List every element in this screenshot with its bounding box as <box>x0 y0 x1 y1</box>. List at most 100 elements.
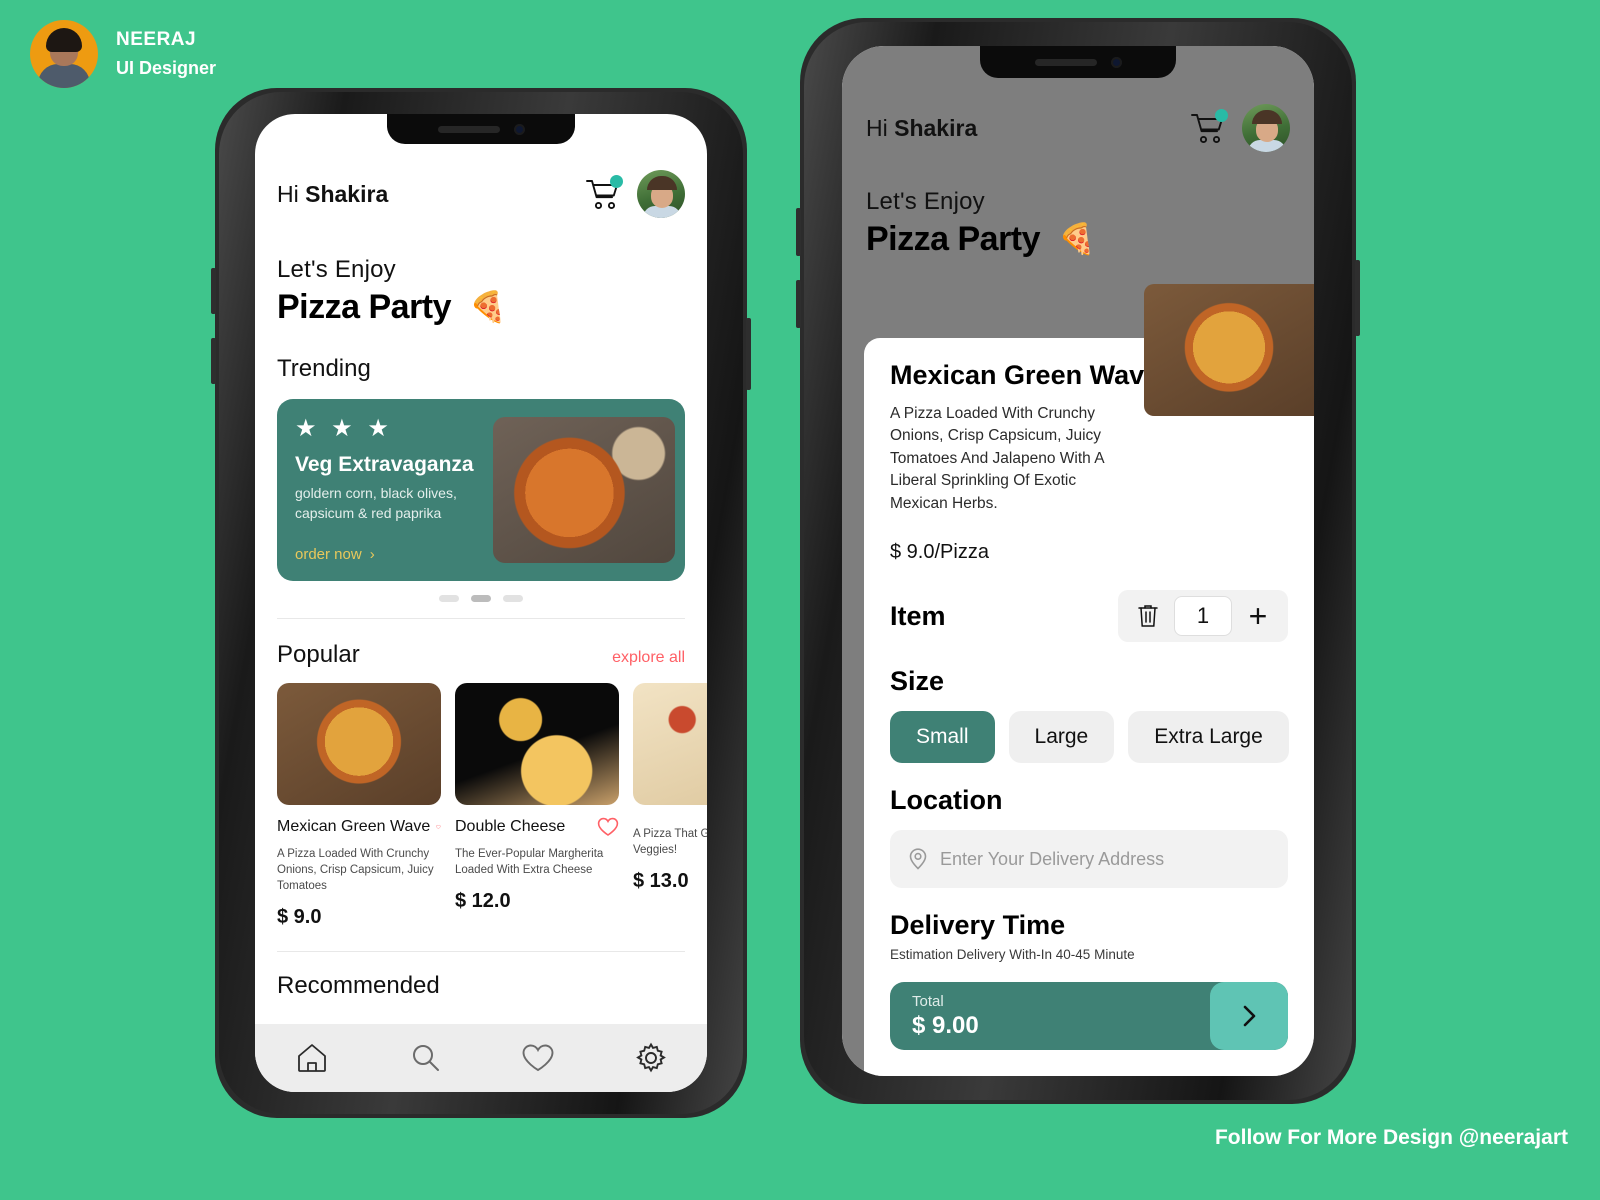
explore-all-link[interactable]: explore all <box>612 649 685 667</box>
section-title-trending: Trending <box>277 355 371 382</box>
chevron-right-icon <box>1243 1006 1256 1027</box>
bottom-tabbar[interactable] <box>255 1024 707 1092</box>
greeting-prefix: Hi <box>277 180 306 207</box>
product-unit-price: $ 9.0/Pizza <box>890 541 989 564</box>
product-price: $ 13.0 <box>633 869 689 892</box>
heart-icon[interactable] <box>597 817 619 837</box>
volume-down-button[interactable] <box>796 280 801 328</box>
greeting: Hi Shakira <box>277 181 388 208</box>
size-label: Size <box>890 666 945 697</box>
list-item[interactable]: A Pizza That Goes Ballistic On Veggies! … <box>633 682 707 929</box>
cart-icon[interactable] <box>1190 109 1228 145</box>
pizza-slice-icon: 🍕 <box>1058 223 1096 256</box>
trending-card[interactable]: ★ ★ ★ Veg Extravaganza goldern corn, bla… <box>277 399 685 581</box>
detail-screen: Hi Shakira Let's Enjoy Pizza Party 🍕 Mex… <box>842 46 1314 1076</box>
size-option-extra-large[interactable]: Extra Large <box>1128 711 1289 764</box>
pizza-slice-icon: 🍕 <box>469 291 507 324</box>
carousel-indicators[interactable] <box>255 594 707 602</box>
rating-stars: ★ ★ ★ <box>295 415 393 442</box>
front-camera-icon <box>513 123 525 135</box>
search-icon[interactable] <box>409 1042 441 1074</box>
designer-badge: NEERAJ UI Designer <box>30 20 216 88</box>
total-label: Total <box>912 992 944 1010</box>
proceed-button[interactable] <box>1210 982 1288 1051</box>
list-item[interactable]: Mexican Green Wave A Pizza Loaded With C… <box>277 682 441 929</box>
hero-subtitle: Let's Enjoy <box>277 256 396 283</box>
product-image <box>633 682 707 805</box>
cart-badge-dot <box>1215 109 1228 122</box>
phone-notch <box>387 114 575 144</box>
product-desc: A Pizza That Goes Ballistic On Veggies! <box>633 827 707 856</box>
total-bar[interactable]: Total $ 9.00 <box>890 982 1288 1051</box>
user-avatar[interactable] <box>637 170 685 218</box>
order-now-link[interactable]: order now › <box>295 546 483 563</box>
hero-section: Let's Enjoy Pizza Party 🍕 <box>255 218 707 327</box>
map-pin-icon <box>909 848 927 870</box>
footer-credit: Follow For More Design @neerajart <box>1214 1126 1568 1149</box>
location-label: Location <box>890 785 1003 816</box>
product-desc: The Ever-Popular Margherita Loaded With … <box>455 847 604 876</box>
item-label: Item <box>890 600 946 631</box>
greeting-prefix: Hi <box>866 114 895 141</box>
carousel-dot-active[interactable] <box>471 594 491 602</box>
phone-frame-detail: Hi Shakira Let's Enjoy Pizza Party 🍕 Mex… <box>796 18 1360 1104</box>
item-quantity-row: Item 1 + <box>890 590 1288 643</box>
size-option-small[interactable]: Small <box>890 711 995 764</box>
power-button[interactable] <box>1355 260 1360 336</box>
size-options[interactable]: Small Large Extra Large <box>890 711 1289 764</box>
carousel-dot[interactable] <box>503 594 523 602</box>
product-image <box>277 682 441 805</box>
heart-icon[interactable] <box>521 1043 555 1073</box>
product-price: $ 12.0 <box>455 889 511 912</box>
product-image <box>455 682 619 805</box>
hero-subtitle: Let's Enjoy <box>866 188 985 215</box>
speaker-slot <box>437 125 500 133</box>
trending-card-title: Veg Extravaganza <box>295 453 474 476</box>
designer-name: NEERAJ <box>116 29 197 51</box>
hero-title: Pizza Party <box>277 288 452 326</box>
user-avatar[interactable] <box>1242 104 1290 152</box>
cart-icon[interactable] <box>585 175 623 211</box>
cart-badge-dot <box>610 175 623 188</box>
chevron-right-icon: › <box>369 545 375 563</box>
greeting-username: Shakira <box>894 114 978 141</box>
trending-card-image <box>493 417 675 563</box>
product-title: Mexican Green Wave <box>277 817 431 835</box>
home-icon[interactable] <box>295 1042 329 1074</box>
delivery-time-label: Delivery Time <box>890 910 1066 941</box>
product-hero-image <box>1144 284 1314 416</box>
delivery-address-placeholder: Enter Your Delivery Address <box>940 848 1165 869</box>
power-button[interactable] <box>746 318 751 390</box>
trash-icon[interactable] <box>1128 598 1168 634</box>
delivery-time-note: Estimation Delivery With-In 40-45 Minute <box>890 947 1135 963</box>
hero-title: Pizza Party <box>866 220 1041 258</box>
speaker-slot <box>1034 58 1097 66</box>
front-camera-icon <box>1110 56 1122 68</box>
popular-list[interactable]: Mexican Green Wave A Pizza Loaded With C… <box>255 669 707 929</box>
size-option-large[interactable]: Large <box>1008 711 1115 764</box>
greeting: Hi Shakira <box>866 115 977 142</box>
product-title: Double Cheese <box>455 817 566 835</box>
home-screen: Hi Shakira Let's Enjoy Pizza Party 🍕 Tre… <box>255 114 707 1092</box>
section-title-recommended: Recommended <box>277 971 440 999</box>
greeting-username: Shakira <box>305 180 389 207</box>
quantity-value[interactable]: 1 <box>1174 596 1232 637</box>
quantity-stepper[interactable]: 1 + <box>1118 590 1288 643</box>
section-title-popular: Popular <box>277 640 360 668</box>
product-price: $ 9.0 <box>277 905 322 928</box>
plus-icon[interactable]: + <box>1238 598 1278 634</box>
designer-avatar <box>30 20 98 88</box>
heart-icon[interactable] <box>436 817 441 837</box>
gear-icon[interactable] <box>635 1042 667 1074</box>
volume-up-button[interactable] <box>211 268 216 314</box>
product-detail-sheet: Mexican Green Wave A Pizza Loaded With C… <box>864 338 1314 1076</box>
carousel-dot[interactable] <box>439 594 459 602</box>
phone-notch <box>980 46 1176 78</box>
product-desc: A Pizza Loaded With Crunchy Onions, Cris… <box>277 847 434 892</box>
list-item[interactable]: Double Cheese The Ever-Popular Margherit… <box>455 682 619 929</box>
total-value: $ 9.00 <box>912 1011 979 1039</box>
volume-down-button[interactable] <box>211 338 216 384</box>
volume-up-button[interactable] <box>796 208 801 256</box>
phone-frame-home: Hi Shakira Let's Enjoy Pizza Party 🍕 Tre… <box>211 88 751 1118</box>
delivery-address-field[interactable]: Enter Your Delivery Address <box>890 830 1288 889</box>
